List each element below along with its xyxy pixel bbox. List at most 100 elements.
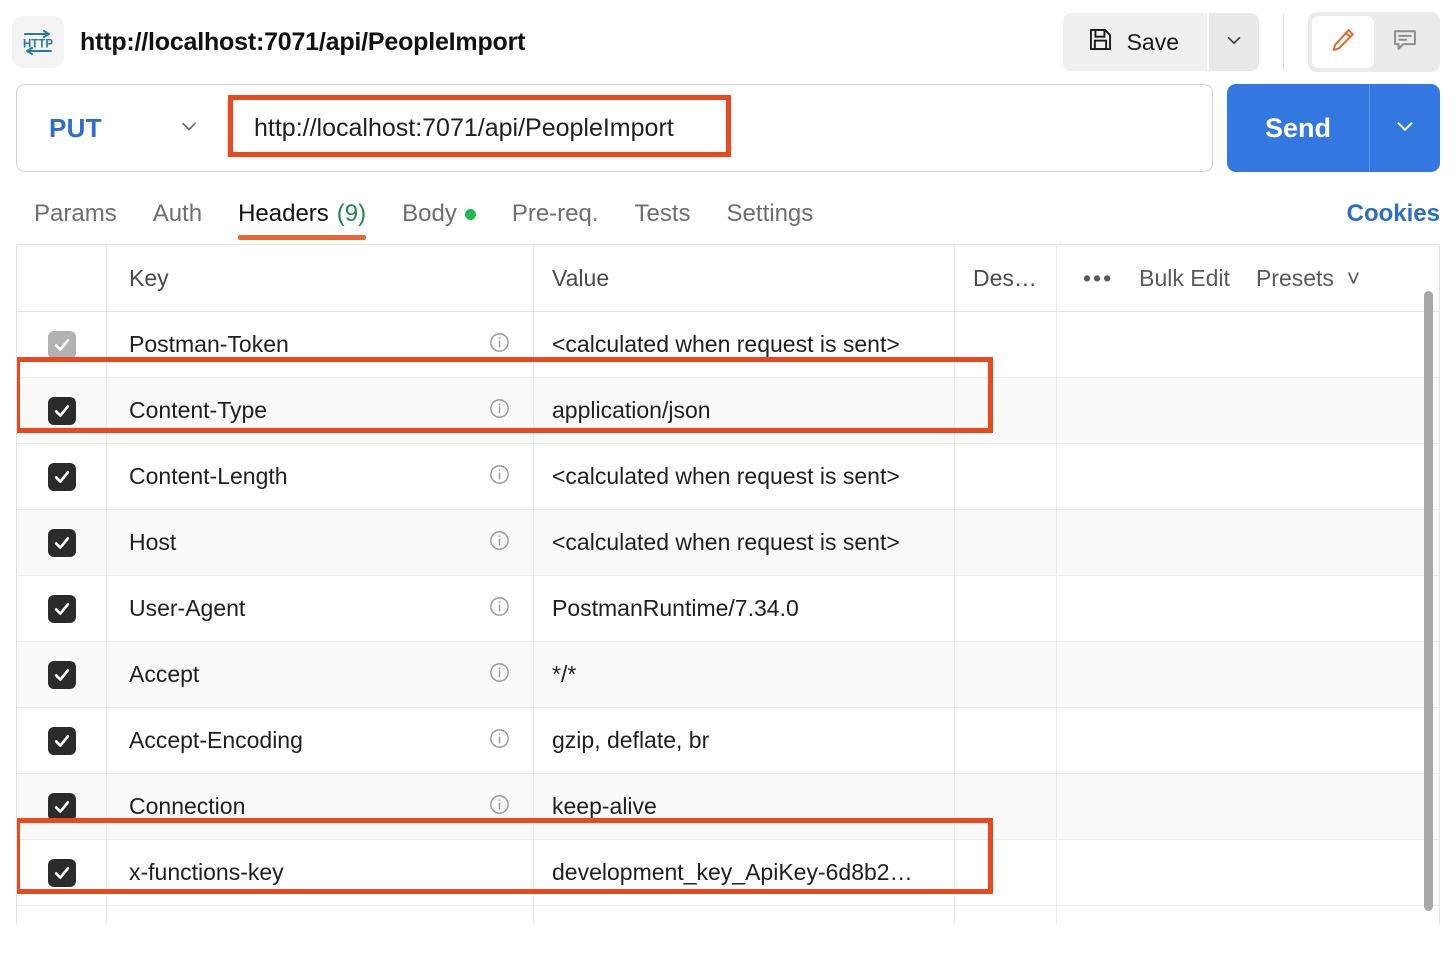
row-key-cell[interactable]: x-functions-key	[107, 840, 534, 905]
tab-body[interactable]: Body	[384, 200, 494, 244]
tab-settings[interactable]: Settings	[709, 200, 832, 244]
row-value-cell[interactable]: development_key_ApiKey-6d8b2…	[534, 840, 955, 905]
row-description-cell[interactable]	[955, 774, 1057, 839]
tab-headers[interactable]: Headers (9)	[220, 200, 384, 244]
row-description-cell[interactable]	[955, 510, 1057, 575]
row-tools-cell	[1057, 840, 1439, 905]
row-value-text: <calculated when request is sent>	[552, 331, 900, 357]
chevron-down-icon	[1392, 113, 1418, 144]
save-options-dropdown[interactable]	[1209, 13, 1259, 71]
row-enabled-checkbox[interactable]	[47, 528, 76, 557]
row-description-cell[interactable]	[955, 840, 1057, 905]
info-icon[interactable]	[488, 529, 511, 557]
row-value-cell[interactable]: PostmanRuntime/7.34.0	[534, 576, 955, 641]
row-value-cell[interactable]: <calculated when request is sent>	[534, 510, 955, 575]
row-enabled-checkbox[interactable]	[47, 858, 76, 887]
row-enabled-checkbox[interactable]	[47, 726, 76, 755]
comments-button[interactable]	[1374, 16, 1436, 68]
row-enabled-checkbox[interactable]	[47, 462, 76, 491]
row-description-cell[interactable]	[955, 378, 1057, 443]
row-value-cell[interactable]: keep-alive	[534, 774, 955, 839]
row-value-cell[interactable]: application/json	[534, 378, 955, 443]
table-row[interactable]: Accept */*	[17, 642, 1439, 708]
row-value-cell[interactable]: <calculated when request is sent>	[534, 444, 955, 509]
send-options-dropdown[interactable]	[1370, 84, 1440, 172]
row-enabled-checkbox[interactable]	[47, 330, 76, 359]
new-row-description-input[interactable]: Description	[955, 906, 1057, 924]
new-row-key-input[interactable]: Key	[107, 906, 534, 924]
info-icon[interactable]	[488, 331, 511, 359]
row-enabled-checkbox[interactable]	[47, 594, 76, 623]
info-icon[interactable]	[488, 661, 511, 689]
cookies-link[interactable]: Cookies	[1347, 200, 1440, 244]
tab-label: Tests	[634, 200, 691, 227]
row-checkbox-cell	[17, 708, 107, 773]
row-description-cell[interactable]	[955, 312, 1057, 377]
info-icon[interactable]	[488, 397, 511, 425]
presets-dropdown[interactable]: Presets ˅	[1256, 265, 1360, 292]
info-icon[interactable]	[488, 595, 511, 623]
pencil-icon	[1329, 26, 1357, 59]
tab-label: Body	[402, 200, 457, 227]
edit-mode-button[interactable]	[1312, 16, 1374, 68]
table-row[interactable]: Content-Length <calculated when request …	[17, 444, 1439, 510]
tab-params[interactable]: Params	[16, 200, 135, 244]
row-enabled-checkbox[interactable]	[47, 396, 76, 425]
http-method-selector[interactable]: PUT	[17, 85, 227, 171]
table-row[interactable]: x-functions-key development_key_ApiKey-6…	[17, 840, 1439, 906]
row-key-cell[interactable]: Accept-Encoding	[107, 708, 534, 773]
info-icon[interactable]	[488, 727, 511, 755]
row-value-cell[interactable]: <calculated when request is sent>	[534, 312, 955, 377]
row-description-cell[interactable]	[955, 576, 1057, 641]
row-checkbox-cell	[17, 510, 107, 575]
row-checkbox-cell	[17, 576, 107, 641]
request-url-row: PUT http://localhost:7071/api/PeopleImpo…	[0, 84, 1456, 172]
row-key-cell[interactable]: Accept	[107, 642, 534, 707]
table-row[interactable]: Host <calculated when request is sent>	[17, 510, 1439, 576]
row-key-text: Host	[129, 529, 177, 555]
send-button[interactable]: Send	[1226, 84, 1370, 172]
row-key-cell[interactable]: Connection	[107, 774, 534, 839]
row-enabled-checkbox[interactable]	[47, 660, 76, 689]
row-enabled-checkbox[interactable]	[47, 792, 76, 821]
save-button[interactable]: Save	[1062, 13, 1209, 71]
tab-pre-request[interactable]: Pre-req.	[494, 200, 617, 244]
headers-table-scrollbar[interactable]	[1424, 291, 1433, 911]
row-key-cell[interactable]: Postman-Token	[107, 312, 534, 377]
ellipsis-icon[interactable]: •••	[1083, 265, 1113, 292]
row-key-cell[interactable]: User-Agent	[107, 576, 534, 641]
table-row-new-entry[interactable]: Key Value Description	[17, 906, 1439, 924]
url-input[interactable]: http://localhost:7071/api/PeopleImport	[236, 114, 674, 143]
row-value-text: development_key_ApiKey-6d8b2…	[552, 859, 913, 885]
row-tools-cell	[1057, 312, 1439, 377]
row-key-text: Accept-Encoding	[129, 727, 303, 753]
row-value-cell[interactable]: */*	[534, 642, 955, 707]
tab-tests[interactable]: Tests	[617, 200, 709, 244]
table-row[interactable]: User-Agent PostmanRuntime/7.34.0	[17, 576, 1439, 642]
row-key-cell[interactable]: Host	[107, 510, 534, 575]
row-checkbox-cell	[17, 840, 107, 905]
new-row-value-input[interactable]: Value	[534, 906, 955, 924]
table-row[interactable]: Content-Type application/json	[17, 378, 1439, 444]
row-value-cell[interactable]: gzip, deflate, br	[534, 708, 955, 773]
table-row[interactable]: Connection keep-alive	[17, 774, 1439, 840]
info-icon[interactable]	[488, 463, 511, 491]
bulk-edit-button[interactable]: Bulk Edit	[1139, 265, 1230, 292]
table-row[interactable]: Accept-Encoding gzip, deflate, br	[17, 708, 1439, 774]
row-tools-cell	[1057, 576, 1439, 641]
row-key-cell[interactable]: Content-Length	[107, 444, 534, 509]
row-checkbox-cell	[17, 642, 107, 707]
row-checkbox-cell	[17, 312, 107, 377]
tab-auth[interactable]: Auth	[135, 200, 220, 244]
row-tools-cell	[1057, 642, 1439, 707]
save-button-group: Save	[1062, 13, 1259, 71]
row-checkbox-cell	[17, 444, 107, 509]
row-tools-cell	[1057, 708, 1439, 773]
column-header-description-label: Des…	[973, 264, 1037, 291]
row-key-cell[interactable]: Content-Type	[107, 378, 534, 443]
table-row[interactable]: Postman-Token <calculated when request i…	[17, 312, 1439, 378]
row-description-cell[interactable]	[955, 642, 1057, 707]
row-description-cell[interactable]	[955, 444, 1057, 509]
info-icon[interactable]	[488, 793, 511, 821]
row-description-cell[interactable]	[955, 708, 1057, 773]
